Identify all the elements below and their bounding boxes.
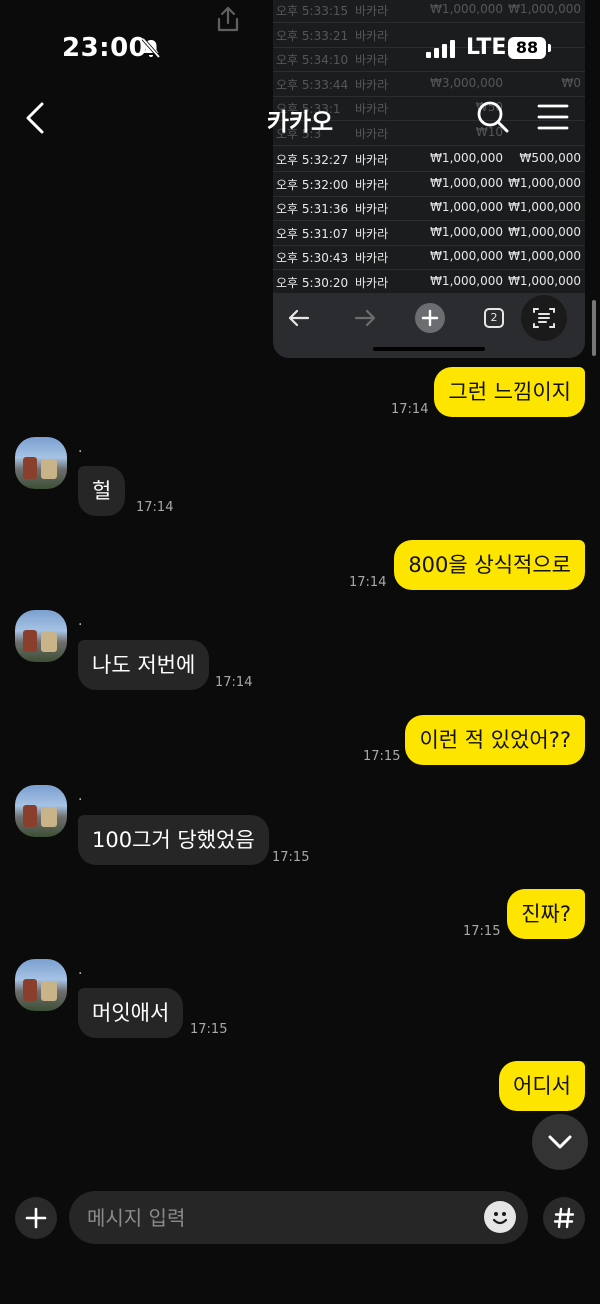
status-time: 23:00 [62,33,148,63]
message-bubble-out[interactable]: 이런 적 있었어?? [405,715,585,765]
message-time: 17:15 [363,749,401,764]
sender-name: . [78,613,83,629]
row-time: 오후 5:32:00 [276,177,349,192]
smile-icon [492,1212,508,1225]
transaction-row: 오후 5:31:07 바카라 ₩1,000,000 ₩1,000,000 [273,221,585,245]
attach-button[interactable] [15,1197,57,1239]
message-bubble-in[interactable]: 머잇애서 [78,988,184,1038]
row-game: 바카라 [355,153,389,167]
row-bet: ₩1,000,000 [430,151,503,165]
message-time: 17:14 [215,675,253,690]
home-indicator [373,347,485,351]
row-bet: ₩1,000,000 [430,224,503,239]
message-time: 17:15 [190,1022,228,1037]
avatar[interactable] [15,610,67,662]
row-bet: ₩1,000,000 [430,274,503,288]
menu-icon[interactable] [534,98,572,136]
share-upload-icon [217,6,239,32]
plus-icon [25,1207,47,1229]
transaction-row: 오후 5:30:20 바카라 ₩1,000,000 ₩1,000,000 [273,270,585,294]
forward-arrow-icon [351,303,379,333]
tabs-count-icon: 2 [481,303,507,333]
text-scan-icon [519,295,569,341]
battery-indicator: 88 [508,37,551,59]
row-game: 바카라 [355,202,389,217]
row-result: ₩1,000,000 [508,224,581,239]
chevron-down-icon [548,1135,572,1149]
row-time: 오후 5:31:07 [276,226,349,241]
transaction-row: 오후 5:31:36 바카라 ₩1,000,000 ₩1,000,000 [273,196,585,220]
message-time: 17:15 [463,924,501,939]
avatar[interactable] [15,437,67,489]
message-bubble-out[interactable]: 그런 느낌이지 [434,367,585,417]
row-game: 바카라 [355,226,389,241]
hashtag-search-button[interactable] [543,1197,585,1239]
message-input[interactable] [87,1191,467,1244]
bell-muted-icon [141,37,161,59]
row-divider [273,144,585,146]
row-result: ₩1,000,000 [508,249,581,264]
signal-icon [426,40,455,58]
row-time: 오후 5:30:43 [276,251,349,266]
message-time: 17:15 [272,850,310,865]
row-game: 바카라 [355,177,389,192]
row-bet: ₩1,000,000 [430,249,503,264]
transaction-row: 오후 5:32:27 바카라 ₩1,000,000 ₩500,000 [273,147,585,171]
message-time: 17:14 [136,500,174,515]
message-bubble-out[interactable]: 진짜? [507,889,585,939]
avatar[interactable] [15,959,67,1011]
new-tab-icon [415,303,445,333]
network-type: LTE [466,35,507,60]
message-input-wrapper [69,1191,528,1244]
row-result: ₩1,000,000 [508,200,581,215]
sender-name: . [78,440,83,456]
row-time: 오후 5:32:27 [276,153,349,167]
row-time: 오후 5:31:36 [276,202,349,217]
tabs-count: 2 [484,308,504,328]
message-bubble-in[interactable]: 나도 저번에 [78,640,210,690]
sender-name: . [78,962,83,978]
message-time: 17:14 [391,402,429,417]
scroll-to-bottom-button[interactable] [532,1114,588,1170]
avatar[interactable] [15,785,67,837]
message-bubble-in[interactable]: 100그거 당했었음 [78,815,269,865]
status-bar: 23:00 LTE 88 [0,0,600,96]
message-bubble-out[interactable]: 어디서 [499,1061,585,1111]
message-time: 17:14 [349,575,387,590]
scrollbar[interactable] [592,300,596,356]
row-bet: ₩1,000,000 [430,200,503,215]
back-arrow-icon [285,303,313,333]
row-result: ₩1,000,000 [508,274,581,288]
transaction-row: 오후 5:30:43 바카라 ₩1,000,000 ₩1,000,000 [273,245,585,269]
row-bet: ₩1,000,000 [430,175,503,190]
hash-icon [553,1207,575,1229]
search-icon[interactable] [474,98,512,136]
row-time: 오후 5:30:20 [276,276,349,290]
message-bubble-in[interactable]: 헐 [78,466,126,516]
row-result: ₩1,000,000 [508,175,581,190]
emoji-button[interactable] [484,1201,516,1233]
sender-name: . [78,788,83,804]
row-game: 바카라 [355,276,389,290]
transaction-row: 오후 5:32:00 바카라 ₩1,000,000 ₩1,000,000 [273,172,585,196]
message-bubble-out[interactable]: 800을 상식적으로 [394,540,585,590]
row-game: 바카라 [355,251,389,266]
row-result: ₩500,000 [519,151,582,165]
